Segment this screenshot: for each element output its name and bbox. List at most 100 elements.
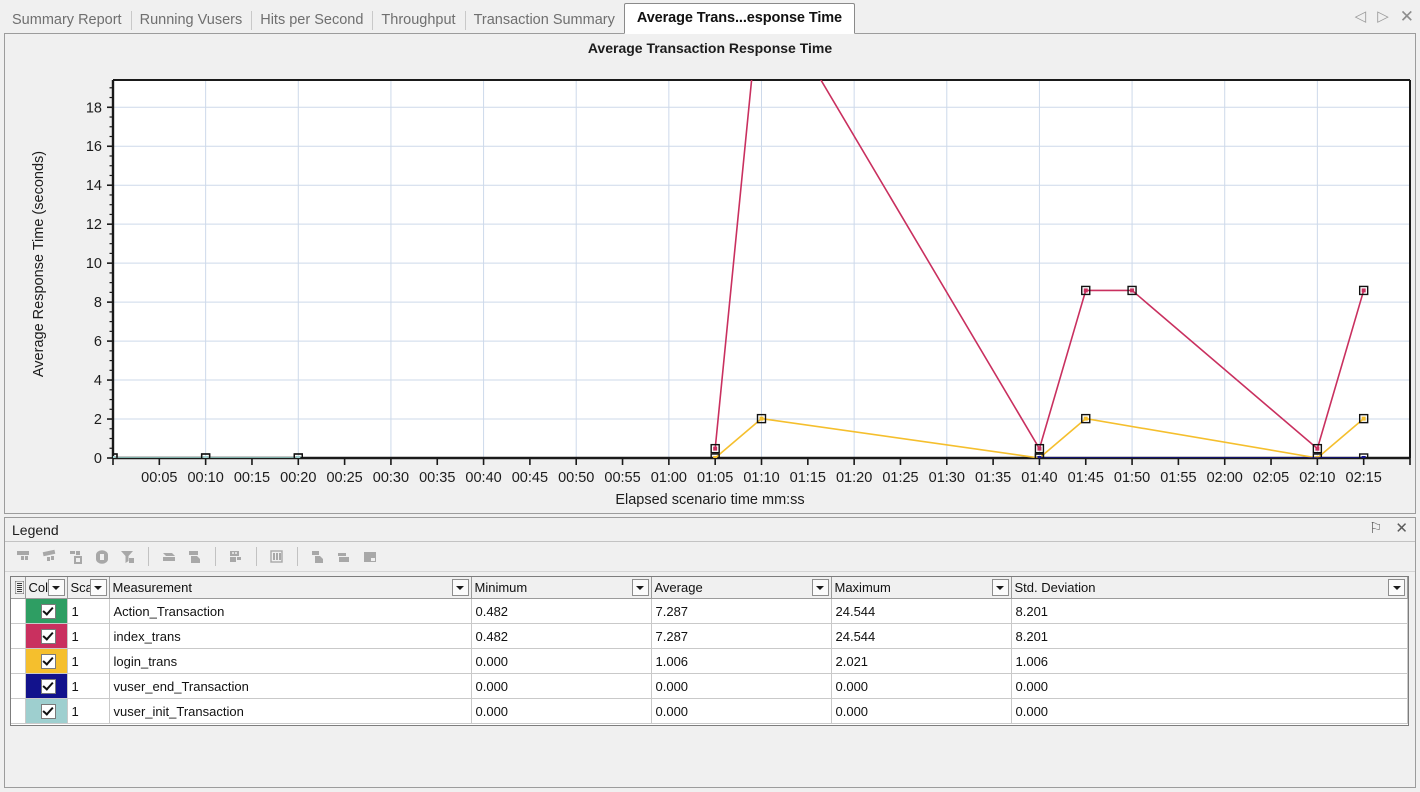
legend-table-container[interactable]: Col Sca Measurement Minimum Average Maxi… — [10, 576, 1409, 726]
chart-plot-area[interactable]: 0 2 4 6 8 10 12 14 16 18 00:05 00:10 00:15 00:20 00:25… — [5, 34, 1415, 513]
show-columns-icon[interactable] — [264, 546, 290, 568]
column-header-std-deviation[interactable]: Std. Deviation — [1011, 577, 1408, 599]
average-cell: 7.287 — [651, 598, 832, 624]
series-color-checkbox-cell[interactable] — [25, 598, 68, 624]
table-row[interactable]: 1 vuser_init_Transaction 0.000 0.000 0.000 0.… — [11, 698, 1408, 724]
row-selector-cell[interactable] — [11, 698, 26, 724]
stddev-cell: 8.201 — [1011, 598, 1408, 624]
toolbar-separator — [297, 547, 298, 566]
tab-transaction-summary[interactable]: Transaction Summary — [464, 6, 624, 34]
measurement-cell: index_trans — [109, 623, 472, 649]
series-color-checkbox-cell[interactable] — [25, 648, 68, 674]
group-by-icon[interactable] — [63, 546, 89, 568]
graph-pane: Average Transaction Response Time Averag… — [4, 33, 1416, 514]
chevron-down-icon[interactable] — [991, 579, 1009, 596]
chevron-down-icon[interactable] — [451, 579, 469, 596]
performance-analysis-window: Summary Report Running Vusers Hits per S… — [0, 0, 1420, 792]
svg-text:02:15: 02:15 — [1346, 470, 1382, 486]
svg-text:01:05: 01:05 — [697, 470, 733, 486]
scale-cell: 1 — [67, 673, 110, 699]
stddev-cell: 1.006 — [1011, 648, 1408, 674]
chevron-down-icon[interactable] — [89, 579, 107, 596]
merge-graphs-icon[interactable] — [156, 546, 182, 568]
set-granularity-icon[interactable] — [223, 546, 249, 568]
series-visibility-checkbox[interactable] — [40, 629, 56, 645]
series-color-checkbox-cell[interactable] — [25, 698, 68, 724]
svg-text:16: 16 — [86, 139, 102, 155]
minimum-cell: 0.000 — [471, 648, 652, 674]
close-tab-icon[interactable]: ✕ — [1400, 8, 1414, 25]
svg-text:01:30: 01:30 — [929, 470, 965, 486]
svg-text:01:20: 01:20 — [836, 470, 872, 486]
svg-text:8: 8 — [94, 295, 102, 311]
graph-tab-strip: Summary Report Running Vusers Hits per S… — [0, 0, 1420, 34]
export-icon[interactable] — [357, 546, 383, 568]
svg-text:4: 4 — [94, 373, 102, 389]
table-row[interactable]: 1 index_trans 0.482 7.287 24.544 8.201 — [11, 623, 1408, 649]
svg-text:10: 10 — [86, 256, 102, 272]
row-selector-cell[interactable] — [11, 673, 26, 699]
svg-text:0: 0 — [94, 451, 102, 467]
svg-text:00:10: 00:10 — [187, 470, 223, 486]
pin-icon[interactable]: ⚐ — [1369, 520, 1382, 538]
svg-text:01:40: 01:40 — [1021, 470, 1057, 486]
svg-text:00:50: 00:50 — [558, 470, 594, 486]
auto-filter-icon[interactable] — [115, 546, 141, 568]
svg-text:01:00: 01:00 — [651, 470, 687, 486]
tab-average-transaction-response-time[interactable]: Average Trans...esponse Time — [623, 3, 856, 34]
tab-summary-report[interactable]: Summary Report — [3, 6, 131, 34]
table-row[interactable]: 1 login_trans 0.000 1.006 2.021 1.006 — [11, 648, 1408, 674]
legend-title: Legend — [12, 521, 59, 538]
stddev-cell: 0.000 — [1011, 673, 1408, 699]
series-visibility-checkbox[interactable] — [40, 679, 56, 695]
chevron-down-icon[interactable] — [47, 579, 65, 596]
series-visibility-checkbox[interactable] — [40, 654, 56, 670]
overlay-graph-icon[interactable] — [182, 546, 208, 568]
chevron-down-icon[interactable] — [1388, 579, 1405, 596]
scale-cell: 1 — [67, 598, 110, 624]
table-header-row: Col Sca Measurement Minimum Average Maxi… — [11, 577, 1408, 599]
tab-throughput[interactable]: Throughput — [372, 6, 465, 34]
tab-hits-per-second[interactable]: Hits per Second — [251, 6, 373, 34]
svg-text:00:35: 00:35 — [419, 470, 455, 486]
drill-down-icon[interactable] — [89, 546, 115, 568]
column-header-maximum[interactable]: Maximum — [831, 577, 1012, 599]
table-row[interactable]: 1 Action_Transaction 0.482 7.287 24.544 8.201 — [11, 598, 1408, 624]
column-header-minimum[interactable]: Minimum — [471, 577, 652, 599]
column-header-scale[interactable]: Sca — [67, 577, 110, 599]
series-visibility-checkbox[interactable] — [40, 704, 56, 720]
series-color-checkbox-cell[interactable] — [25, 673, 68, 699]
row-selector-cell[interactable] — [11, 648, 26, 674]
legend-toolbar — [5, 542, 1415, 572]
series-color-checkbox-cell[interactable] — [25, 623, 68, 649]
series-visibility-checkbox[interactable] — [40, 604, 56, 620]
svg-text:02:10: 02:10 — [1299, 470, 1335, 486]
scroll-right-icon[interactable]: ▷ — [1377, 9, 1389, 24]
filter-graph-icon[interactable] — [11, 546, 37, 568]
chevron-down-icon[interactable] — [631, 579, 649, 596]
svg-text:00:55: 00:55 — [604, 470, 640, 486]
minimum-cell: 0.482 — [471, 623, 652, 649]
remove-measurement-icon[interactable] — [331, 546, 357, 568]
column-header-average[interactable]: Average — [651, 577, 832, 599]
tab-running-vusers[interactable]: Running Vusers — [130, 6, 252, 34]
chevron-down-icon[interactable] — [811, 579, 829, 596]
svg-text:01:50: 01:50 — [1114, 470, 1150, 486]
scroll-left-icon[interactable]: ◁ — [1355, 9, 1367, 24]
column-header-measurement[interactable]: Measurement — [109, 577, 472, 599]
add-measurement-icon[interactable] — [305, 546, 331, 568]
table-row[interactable]: 1 vuser_end_Transaction 0.000 0.000 0.000 0.0… — [11, 673, 1408, 699]
close-icon[interactable]: ✕ — [1395, 520, 1408, 538]
tab-navigation-controls: ◁ ▷ ✕ — [1355, 4, 1414, 28]
column-header-color[interactable]: Col — [25, 577, 68, 599]
row-selector-cell[interactable] — [11, 598, 26, 624]
grip-icon — [14, 577, 24, 598]
svg-text:02:00: 02:00 — [1207, 470, 1243, 486]
stddev-cell: 0.000 — [1011, 698, 1408, 724]
svg-text:2: 2 — [94, 412, 102, 428]
svg-text:14: 14 — [86, 178, 102, 194]
row-selector-cell[interactable] — [11, 623, 26, 649]
svg-text:00:25: 00:25 — [326, 470, 362, 486]
clear-filter-icon[interactable] — [37, 546, 63, 568]
measurement-cell: login_trans — [109, 648, 472, 674]
